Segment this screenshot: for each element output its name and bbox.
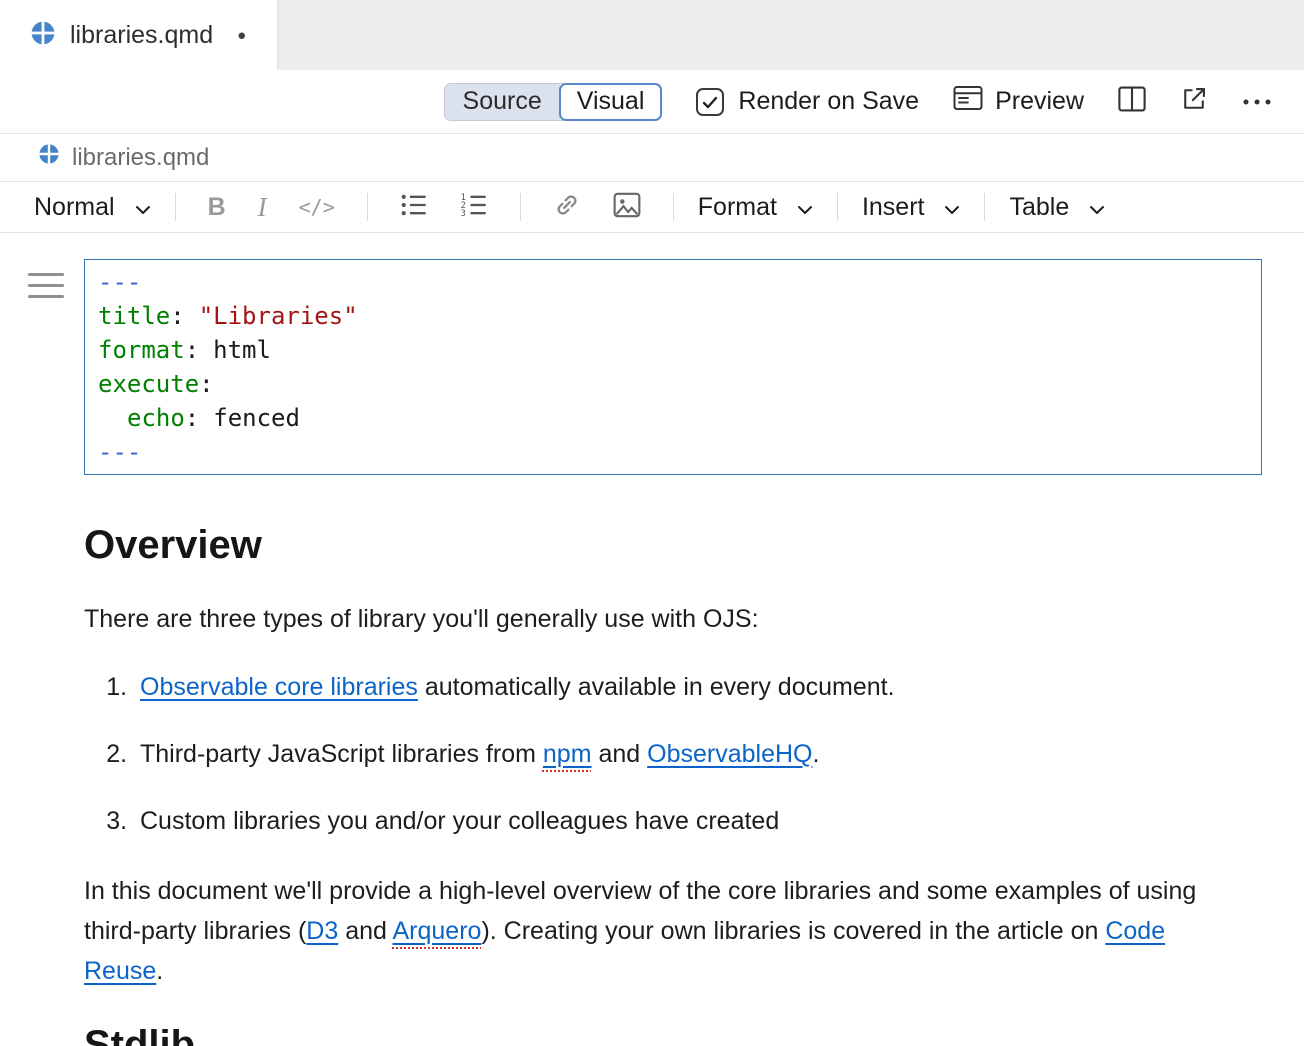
- preview-label: Preview: [995, 87, 1084, 116]
- numbered-list-button[interactable]: 123: [444, 192, 504, 223]
- toolbar-divider: [673, 193, 674, 221]
- yaml-line: ---: [98, 435, 1248, 469]
- render-on-save-toggle[interactable]: Render on Save: [696, 87, 919, 116]
- preview-button[interactable]: Preview: [953, 85, 1084, 118]
- chevron-down-icon: [135, 193, 151, 222]
- heading-overview: Overview: [84, 521, 1262, 569]
- breadcrumb[interactable]: libraries.qmd: [0, 133, 1304, 181]
- paragraph-text: and: [338, 917, 392, 945]
- paragraph-style-label: Normal: [34, 193, 115, 222]
- chevron-down-icon: [944, 193, 960, 222]
- table-menu-label: Table: [1009, 193, 1069, 222]
- observable-core-libraries-link[interactable]: Observable core libraries: [140, 673, 418, 701]
- toolbar-divider: [520, 193, 521, 221]
- format-menu-label: Format: [698, 193, 777, 222]
- tab-bar: libraries.qmd ●: [0, 0, 1304, 70]
- library-types-list: Observable core libraries automatically …: [84, 667, 1204, 841]
- heading-stdlib: Stdlib: [84, 1021, 1262, 1046]
- image-button[interactable]: [597, 192, 657, 223]
- observablehq-link[interactable]: ObservableHQ: [647, 740, 812, 768]
- bold-button[interactable]: B: [192, 193, 242, 222]
- quarto-visual-editor-window: libraries.qmd ● Source Visual Render on …: [0, 0, 1304, 1046]
- arquero-link[interactable]: Arquero: [392, 917, 481, 945]
- svg-text:3: 3: [460, 209, 465, 218]
- tab-libraries-qmd[interactable]: libraries.qmd ●: [0, 0, 278, 70]
- source-mode-button[interactable]: Source: [445, 84, 560, 120]
- toolbar-divider: [984, 193, 985, 221]
- chevron-down-icon: [797, 193, 813, 222]
- spellcheck-underline: Arquero: [392, 917, 481, 945]
- paragraph-text: .: [156, 957, 163, 985]
- numbered-list-icon: 123: [460, 192, 488, 223]
- insert-menu[interactable]: Insert: [854, 193, 969, 222]
- list-item-text: .: [813, 740, 820, 768]
- quarto-icon: [38, 143, 60, 172]
- toolbar-divider: [175, 193, 176, 221]
- chevron-down-icon: [1089, 193, 1105, 222]
- closing-paragraph: In this document we'll provide a high-le…: [84, 871, 1229, 991]
- list-item: Custom libraries you and/or your colleag…: [134, 801, 1204, 841]
- d3-link[interactable]: D3: [306, 917, 338, 945]
- render-on-save-label: Render on Save: [738, 87, 919, 116]
- quarto-icon: [30, 20, 56, 51]
- split-editor-icon: [1118, 86, 1146, 117]
- source-visual-toggle: Source Visual: [444, 83, 663, 121]
- spellcheck-underline: npm: [543, 740, 592, 768]
- formatting-toolbar: Normal B I </> 123: [0, 181, 1304, 233]
- link-button[interactable]: [537, 191, 597, 224]
- bullet-list-icon: [400, 192, 428, 223]
- toolbar-divider: [837, 193, 838, 221]
- open-external-button[interactable]: [1180, 85, 1208, 118]
- bold-icon: B: [208, 193, 226, 222]
- yaml-line: execute:: [98, 367, 1248, 401]
- block-drag-handle[interactable]: [28, 273, 64, 298]
- bullet-list-button[interactable]: [384, 192, 444, 223]
- more-actions-button[interactable]: [1242, 93, 1272, 111]
- list-item: Observable core libraries automatically …: [134, 667, 1204, 707]
- visual-mode-button[interactable]: Visual: [559, 83, 663, 121]
- list-item-text: Custom libraries you and/or your colleag…: [140, 807, 779, 835]
- yaml-line: ---: [98, 265, 1248, 299]
- yaml-front-matter-block[interactable]: --- title:"Libraries" format:html execut…: [84, 259, 1262, 475]
- open-external-icon: [1180, 85, 1208, 118]
- image-icon: [613, 192, 641, 223]
- insert-menu-label: Insert: [862, 193, 925, 222]
- editor-action-bar: Source Visual Render on Save Preview: [0, 70, 1304, 133]
- italic-button[interactable]: I: [242, 192, 283, 223]
- list-item: Third-party JavaScript libraries from np…: [134, 734, 1204, 774]
- link-icon: [553, 191, 581, 224]
- preview-icon: [953, 85, 983, 118]
- npm-link[interactable]: npm: [543, 740, 592, 768]
- paragraph-style-dropdown[interactable]: Normal: [26, 193, 159, 222]
- intro-paragraph: There are three types of library you'll …: [84, 599, 1229, 639]
- code-button[interactable]: </>: [283, 195, 351, 219]
- paragraph-text: ). Creating your own libraries is covere…: [481, 917, 1105, 945]
- format-menu[interactable]: Format: [690, 193, 821, 222]
- list-item-text: Third-party JavaScript libraries from: [140, 740, 543, 768]
- render-on-save-checkbox[interactable]: [696, 88, 724, 116]
- ellipsis-icon: [1242, 93, 1272, 111]
- toolbar-divider: [367, 193, 368, 221]
- split-editor-button[interactable]: [1118, 86, 1146, 117]
- visual-editor-content[interactable]: --- title:"Libraries" format:html execut…: [0, 233, 1304, 1046]
- italic-icon: I: [258, 192, 267, 223]
- yaml-line: format:html: [98, 333, 1248, 367]
- tab-title: libraries.qmd: [70, 21, 213, 50]
- yaml-line: title:"Libraries": [98, 299, 1248, 333]
- breadcrumb-filename: libraries.qmd: [72, 144, 209, 172]
- modified-indicator: ●: [237, 27, 246, 44]
- code-icon: </>: [299, 195, 335, 219]
- list-item-text: automatically available in every documen…: [418, 673, 895, 701]
- table-menu[interactable]: Table: [1001, 193, 1113, 222]
- yaml-line: echo:fenced: [98, 401, 1248, 435]
- list-item-text: and: [592, 740, 648, 768]
